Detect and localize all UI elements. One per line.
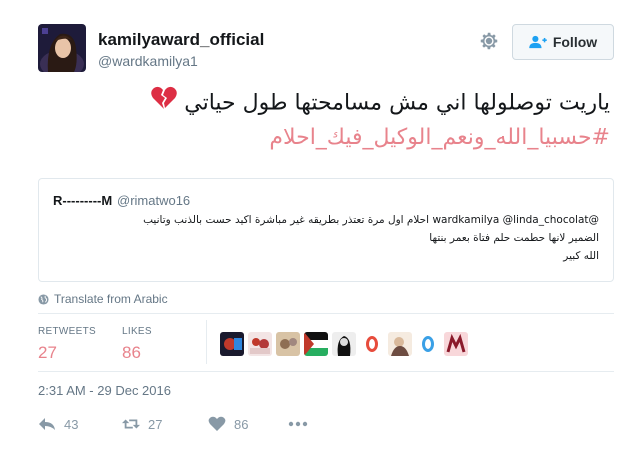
heart-icon [208,416,226,431]
display-name[interactable]: kamilyaward_official [98,30,264,50]
like-count: 86 [234,416,249,432]
tweet-body: ياريت توصلولها اني مش مسامحتها طول حياتي [184,90,610,116]
divider [38,371,614,372]
quoted-author-handle: @rimatwo16 [117,193,191,208]
divider [38,313,614,314]
retweet-button[interactable]: 27 [122,416,208,432]
liker-avatar[interactable] [304,332,328,356]
divider [206,320,207,364]
translate-link[interactable]: Translate from Arabic [38,292,168,306]
liker-avatar[interactable] [332,332,356,356]
liker-avatar[interactable] [360,332,384,356]
tweet-text: ياريت توصلولها اني مش مسامحتها طول حياتي… [50,86,610,155]
hashtag-link[interactable]: #حسبيا_الله_ونعم_الوكيل_فيك_احلام [269,125,610,150]
retweet-count: 27 [148,416,163,432]
reply-icon [39,418,55,430]
reply-count: 43 [64,416,79,432]
quoted-text-line: الله كبير [563,250,599,262]
liker-avatar[interactable] [388,332,412,356]
globe-icon [38,293,49,305]
broken-heart-icon [151,86,178,121]
likers-avatars [220,332,468,356]
more-button[interactable] [288,421,308,427]
likes-stat[interactable]: LIKES 86 [122,326,152,363]
likes-label: LIKES [122,326,152,337]
retweet-icon [122,419,140,429]
reply-button[interactable]: 43 [38,416,122,432]
user-handle[interactable]: @wardkamilya1 [98,53,198,69]
liker-avatar[interactable] [248,332,272,356]
quoted-text-line: الضمير لانها حطمت حلم فتاة بعمر بنتها [429,232,599,244]
follow-button-label: Follow [552,34,598,50]
like-button[interactable]: 86 [208,416,288,432]
follow-button[interactable]: Follow [512,24,614,60]
liker-avatar[interactable] [276,332,300,356]
retweets-stat[interactable]: RETWEETS 27 [38,326,96,363]
profile-avatar[interactable] [38,24,86,72]
retweets-value: 27 [38,343,57,362]
tweet-actions: 43 27 86 [38,416,308,432]
tweet-timestamp[interactable]: 2:31 AM - 29 Dec 2016 [38,383,171,398]
liker-avatar[interactable] [416,332,440,356]
retweets-label: RETWEETS [38,326,96,337]
add-user-icon [529,35,547,49]
more-icon [288,421,308,427]
quoted-author-name: R---------M [53,193,113,208]
liker-avatar[interactable] [220,332,244,356]
translate-label: Translate from Arabic [54,292,168,306]
quoted-tweet[interactable]: R---------M @rimatwo16 @wardkamilya @lin… [38,178,614,282]
gear-icon[interactable] [478,30,500,52]
quoted-tweet-text: @wardkamilya @linda_chocolat احلام اول م… [51,211,599,265]
quoted-text-line: @wardkamilya @linda_chocolat احلام اول م… [143,214,599,226]
liker-avatar[interactable] [444,332,468,356]
likes-value: 86 [122,343,141,362]
